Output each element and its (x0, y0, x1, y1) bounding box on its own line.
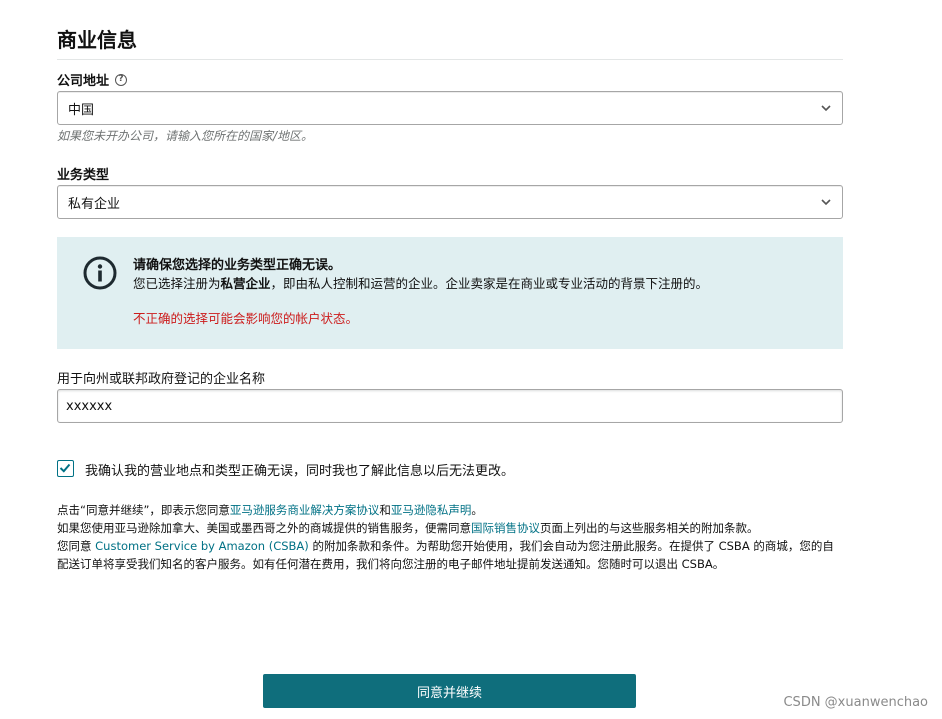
business-type-alert: 请确保您选择的业务类型正确无误。 您已选择注册为私营企业，即由私人控制和运营的企… (57, 237, 843, 349)
confirm-checkbox[interactable] (57, 460, 74, 477)
alert-body-prefix: 您已选择注册为 (133, 276, 221, 291)
legal-text: 和 (379, 503, 391, 517)
legal-line-1: 点击“同意并继续”，即表示您同意亚马逊服务商业解决方案协议和亚马逊隐私声明。 (57, 502, 483, 518)
company-address-select[interactable]: 中国 (57, 91, 843, 125)
business-name-label: 用于向州或联邦政府登记的企业名称 (57, 372, 266, 387)
legal-text: 点击“同意并继续”，即表示您同意 (57, 503, 230, 517)
chevron-down-icon (821, 105, 831, 112)
company-address-hint: 如果您未开办公司，请输入您所在的国家/地区。 (57, 129, 314, 143)
legal-text: 您同意 (57, 539, 96, 553)
alert-title: 请确保您选择的业务类型正确无误。 (133, 258, 342, 273)
legal-text: 的附加条款和条件。为帮助您开始使用，我们会自动为您注册此服务。在提供了 CSBA… (308, 539, 834, 553)
confirm-label: 我确认我的营业地点和类型正确无误，同时我也了解此信息以后无法更改。 (85, 464, 515, 479)
legal-text: 如果您使用亚马逊除加拿大、美国或墨西哥之外的商城提供的销售服务，便需同意 (57, 521, 471, 535)
company-address-value: 中国 (68, 102, 95, 118)
alert-body-suffix: ，即由私人控制和运营的企业。企业卖家是在商业或专业活动的背景下注册的。 (270, 276, 709, 291)
legal-text: 页面上列出的与这些服务相关的附加条款。 (540, 521, 759, 535)
watermark: CSDN @xuanwenchao (783, 695, 928, 710)
privacy-link[interactable]: 亚马逊隐私声明 (391, 503, 472, 517)
company-address-label-text: 公司地址 (57, 74, 110, 89)
title-divider (57, 59, 843, 60)
alert-body-bold: 私营企业 (220, 276, 271, 291)
agree-continue-button[interactable]: 同意并继续 (263, 674, 636, 708)
page-title: 商业信息 (57, 28, 137, 52)
legal-text: 。 (471, 503, 483, 517)
legal-line-2: 如果您使用亚马逊除加拿大、美国或墨西哥之外的商城提供的销售服务，便需同意国际销售… (57, 520, 759, 536)
checkmark-icon (59, 463, 71, 473)
international-agreement-link[interactable]: 国际销售协议 (471, 521, 540, 535)
business-name-input[interactable] (57, 389, 843, 423)
business-type-value: 私有企业 (68, 196, 121, 212)
alert-warning: 不正确的选择可能会影响您的帐户状态。 (133, 311, 359, 326)
info-icon (83, 256, 117, 290)
legal-line-3: 您同意 Customer Service by Amazon (CSBA) 的附… (57, 538, 834, 554)
chevron-down-icon (821, 199, 831, 206)
legal-line-4: 配送订单将享受我们知名的客户服务。如有任何潜在费用，我们将向您注册的电子邮件地址… (57, 557, 725, 571)
business-type-label-text: 业务类型 (57, 168, 110, 183)
csba-link[interactable]: Customer Service by Amazon (CSBA) (95, 539, 309, 553)
alert-body: 您已选择注册为私营企业，即由私人控制和运营的企业。企业卖家是在商业或专业活动的背… (133, 273, 708, 292)
company-address-label: 公司地址 ? (57, 70, 128, 89)
business-type-select[interactable]: 私有企业 (57, 185, 843, 219)
bsa-link[interactable]: 亚马逊服务商业解决方案协议 (230, 503, 380, 517)
help-icon[interactable]: ? (115, 73, 128, 86)
business-type-label: 业务类型 (57, 164, 109, 183)
